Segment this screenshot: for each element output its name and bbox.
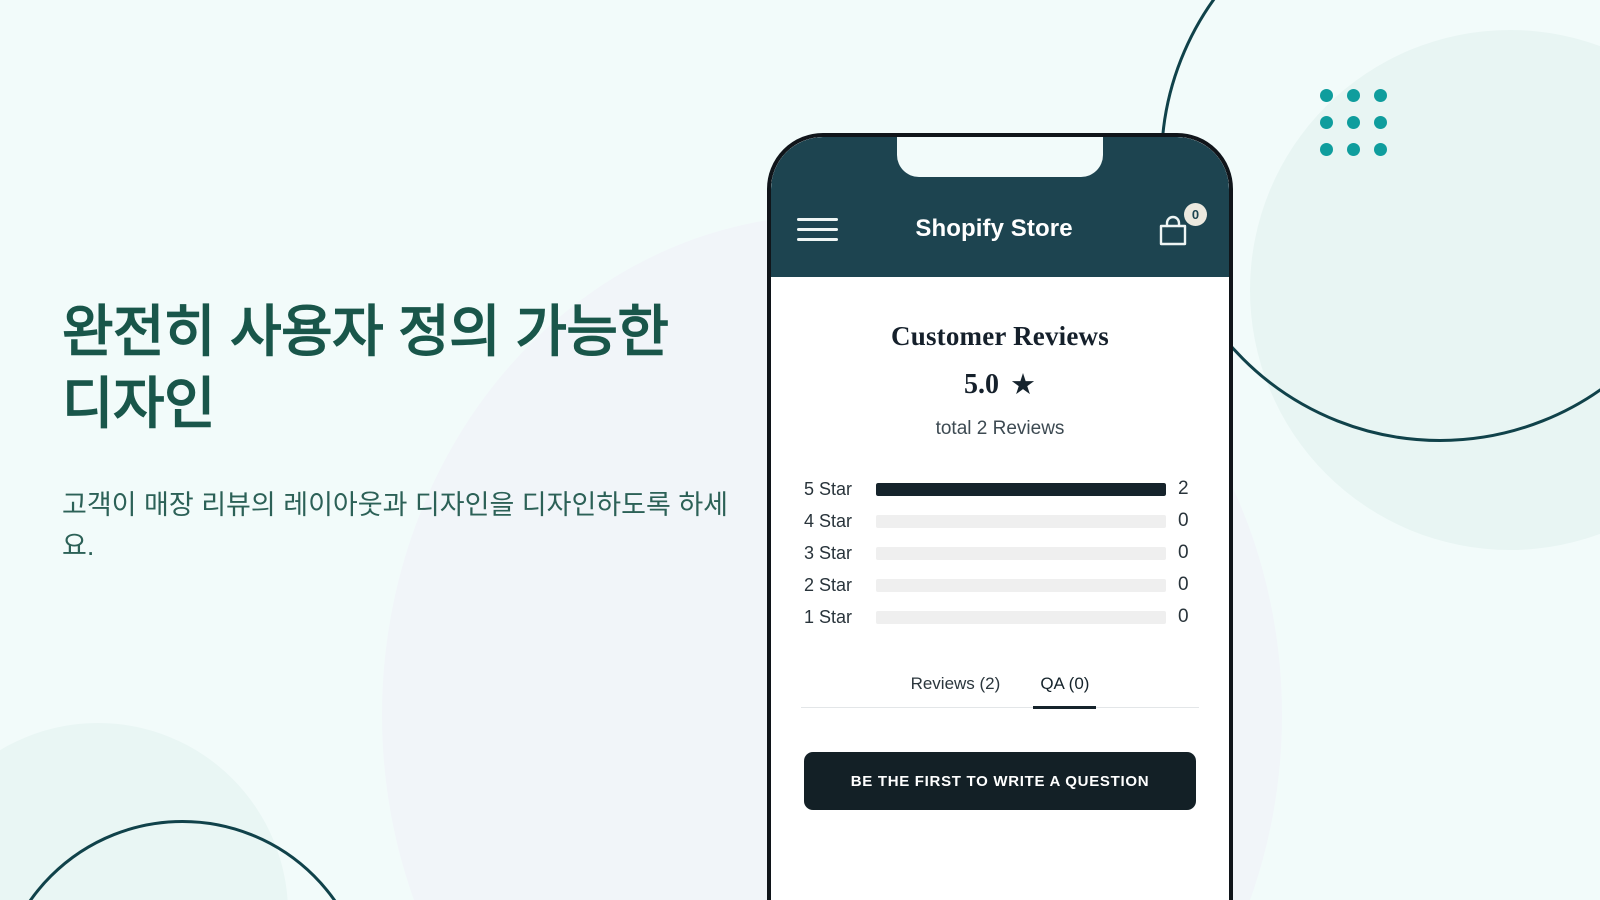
rating-bar-track (876, 610, 1166, 624)
rating-bar-track (876, 482, 1166, 496)
reviews-heading: Customer Reviews (891, 321, 1109, 351)
phone-mockup: Shopify Store 0 Customer Reviews 5.0 ★ t… (767, 133, 1233, 900)
decorative-circle-fill-bottom-left (0, 723, 288, 900)
rating-row-label: 3 Star (804, 542, 853, 563)
review-tabs: Reviews (2) QA (0) (801, 674, 1199, 709)
cart-count-badge: 0 (1184, 203, 1207, 226)
cta-container: BE THE FIRST TO WRITE A QUESTION (801, 752, 1199, 810)
decorative-circle-outline-bottom-left (0, 820, 370, 900)
review-section: Customer Reviews 5.0 ★ total 2 Reviews 5… (771, 277, 1229, 810)
rating-row: 3 Star 0 (804, 537, 1196, 569)
rating-row: 5 Star 2 (804, 473, 1196, 505)
hero-copy: 완전히 사용자 정의 가능한 디자인 고객이 매장 리뷰의 레이아웃과 디자인을… (62, 296, 732, 567)
total-reviews-label: total 2 Reviews (935, 418, 1065, 439)
rating-row-label: 4 Star (804, 510, 853, 531)
rating-row: 1 Star 0 (804, 601, 1196, 633)
store-title: Shopify Store (915, 215, 1073, 242)
rating-row-count: 0 (1178, 574, 1189, 595)
hero-subtitle: 고객이 매장 리뷰의 레이아웃과 디자인을 디자인하도록 하세요. (62, 490, 729, 562)
average-score-row: 5.0 ★ (801, 369, 1199, 401)
tab-reviews[interactable]: Reviews (2) (904, 674, 1008, 709)
tab-qa[interactable]: QA (0) (1033, 674, 1097, 709)
dot-grid-icon (1320, 89, 1387, 156)
rating-row-count: 0 (1178, 542, 1189, 563)
rating-row-count: 0 (1178, 606, 1189, 627)
page-title: 완전히 사용자 정의 가능한 디자인 (62, 300, 669, 435)
rating-row: 4 Star 0 (804, 505, 1196, 537)
rating-row-label: 1 Star (804, 606, 853, 627)
hero-slide: 완전히 사용자 정의 가능한 디자인 고객이 매장 리뷰의 레이아웃과 디자인을… (0, 0, 1600, 900)
app-bar: Shopify Store 0 (771, 137, 1229, 277)
star-icon: ★ (1010, 368, 1036, 401)
decorative-circle-fill-right (1250, 30, 1600, 550)
rating-row: 2 Star 0 (804, 569, 1196, 601)
rating-bar-track (876, 546, 1166, 560)
write-question-button[interactable]: BE THE FIRST TO WRITE A QUESTION (804, 752, 1196, 810)
cart-button[interactable]: 0 (1155, 203, 1207, 252)
rating-row-label: 2 Star (804, 574, 853, 595)
rating-breakdown: 5 Star 2 4 Star 0 3 Star 0 2 Star 0 1 Star 0 (801, 473, 1199, 633)
average-score: 5.0 (964, 369, 999, 400)
phone-screen: Shopify Store 0 Customer Reviews 5.0 ★ t… (771, 137, 1229, 900)
rating-row-count: 2 (1178, 478, 1189, 499)
phone-notch (897, 137, 1103, 177)
rating-bar-track (876, 578, 1166, 592)
app-bar-row: Shopify Store 0 (771, 193, 1229, 265)
rating-row-count: 0 (1178, 510, 1189, 531)
rating-row-label: 5 Star (804, 478, 853, 499)
rating-bar-fill (876, 482, 1166, 496)
rating-bar-track (876, 514, 1166, 528)
